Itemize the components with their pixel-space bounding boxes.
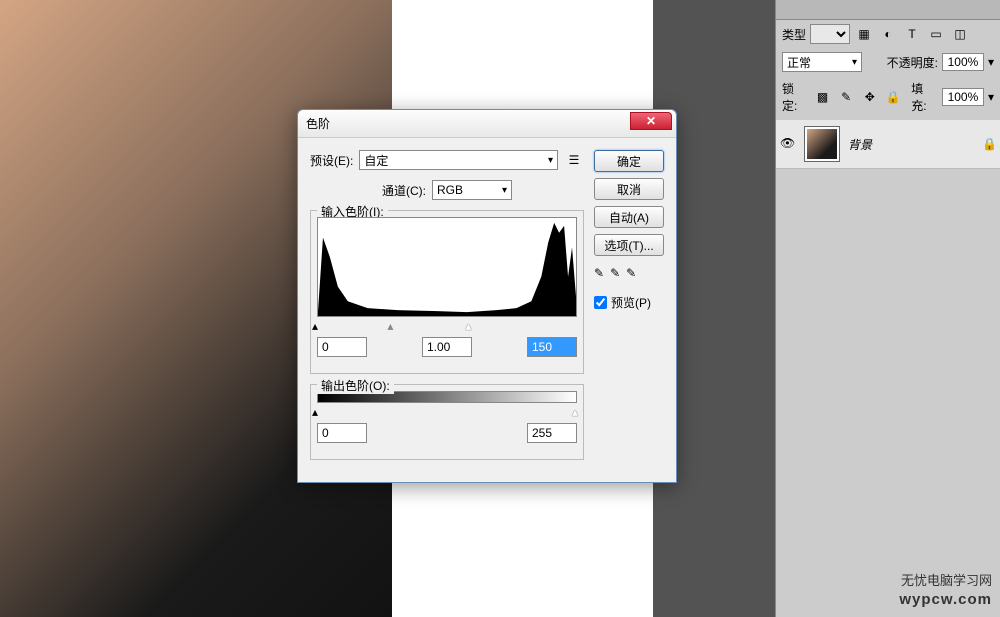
filter-adjust-icon[interactable]: ◐ bbox=[878, 25, 898, 43]
blend-mode-select[interactable]: 正常 bbox=[782, 52, 862, 72]
output-white-handle[interactable]: ▴ bbox=[572, 405, 582, 415]
opacity-input[interactable] bbox=[942, 53, 984, 71]
eyedropper-black-icon[interactable]: ✎ bbox=[594, 266, 604, 280]
output-black-handle[interactable]: ▴ bbox=[312, 405, 322, 415]
auto-button[interactable]: 自动(A) bbox=[594, 206, 664, 228]
options-button[interactable]: 选项(T)... bbox=[594, 234, 664, 256]
filter-image-icon[interactable]: ▦ bbox=[854, 25, 874, 43]
input-white-handle[interactable]: ▴ bbox=[465, 319, 475, 329]
panel-tabs[interactable] bbox=[776, 0, 1000, 20]
lock-brush-icon[interactable]: ✎ bbox=[836, 88, 856, 106]
channel-select[interactable]: RGB bbox=[432, 180, 512, 200]
preview-checkbox[interactable] bbox=[594, 296, 607, 309]
visibility-eye-icon[interactable]: 👁 bbox=[780, 136, 796, 152]
filter-type-select[interactable] bbox=[810, 24, 850, 44]
channel-label: 通道(C): bbox=[382, 182, 426, 199]
filter-type-label: 类型 bbox=[782, 26, 806, 43]
layer-row[interactable]: 👁 背景 🔒 bbox=[776, 120, 1000, 169]
eyedropper-white-icon[interactable]: ✎ bbox=[626, 266, 636, 280]
output-levels-label: 输出色阶(O): bbox=[317, 377, 394, 394]
close-button[interactable]: ✕ bbox=[630, 112, 672, 130]
layers-panel: 类型 ▦ ◐ T ▭ ◫ 正常 不透明度: ▾ 锁定: ▩ ✎ ✥ 🔒 填充: … bbox=[775, 0, 1000, 617]
opacity-label: 不透明度: bbox=[887, 54, 938, 71]
preset-label: 预设(E): bbox=[310, 152, 353, 169]
input-gamma-field[interactable] bbox=[422, 337, 472, 357]
watermark-cn: 无忧电脑学习网 bbox=[899, 573, 992, 590]
input-black-field[interactable] bbox=[317, 337, 367, 357]
preset-menu-icon[interactable]: ☰ bbox=[564, 151, 584, 169]
layer-name-label[interactable]: 背景 bbox=[848, 136, 974, 153]
filter-shape-icon[interactable]: ▭ bbox=[926, 25, 946, 43]
fill-label: 填充: bbox=[911, 80, 938, 114]
filter-smart-icon[interactable]: ◫ bbox=[950, 25, 970, 43]
levels-dialog: 色阶 ✕ 预设(E): 自定 ☰ 通道(C): RGB 输入色阶(I): bbox=[297, 109, 677, 483]
fill-chevron-icon[interactable]: ▾ bbox=[988, 90, 994, 104]
layer-lock-icon: 🔒 bbox=[982, 137, 996, 151]
watermark: 无忧电脑学习网 wypcw.com bbox=[899, 573, 992, 609]
dialog-titlebar[interactable]: 色阶 ✕ bbox=[298, 110, 676, 138]
opacity-chevron-icon[interactable]: ▾ bbox=[988, 55, 994, 69]
dialog-title: 色阶 bbox=[306, 115, 330, 132]
input-slider-track[interactable]: ▴ ▴ ▴ bbox=[317, 321, 577, 331]
watermark-url: wypcw.com bbox=[899, 590, 992, 610]
input-white-field[interactable] bbox=[527, 337, 577, 357]
ok-button[interactable]: 确定 bbox=[594, 150, 664, 172]
lock-transparent-icon[interactable]: ▩ bbox=[813, 88, 833, 106]
preview-label: 预览(P) bbox=[611, 294, 651, 311]
input-black-handle[interactable]: ▴ bbox=[312, 319, 322, 329]
output-black-field[interactable] bbox=[317, 423, 367, 443]
input-gamma-handle[interactable]: ▴ bbox=[387, 319, 397, 329]
layer-thumbnail[interactable] bbox=[804, 126, 840, 162]
output-slider-track[interactable]: ▴ ▴ bbox=[317, 407, 577, 417]
eyedropper-gray-icon[interactable]: ✎ bbox=[610, 266, 620, 280]
filter-text-icon[interactable]: T bbox=[902, 25, 922, 43]
output-white-field[interactable] bbox=[527, 423, 577, 443]
lock-all-icon[interactable]: 🔒 bbox=[884, 88, 904, 106]
preset-select[interactable]: 自定 bbox=[359, 150, 558, 170]
cancel-button[interactable]: 取消 bbox=[594, 178, 664, 200]
fill-input[interactable] bbox=[942, 88, 984, 106]
lock-label: 锁定: bbox=[782, 80, 809, 114]
layers-list: 👁 背景 🔒 bbox=[776, 120, 1000, 169]
lock-move-icon[interactable]: ✥ bbox=[860, 88, 880, 106]
histogram bbox=[317, 217, 577, 317]
